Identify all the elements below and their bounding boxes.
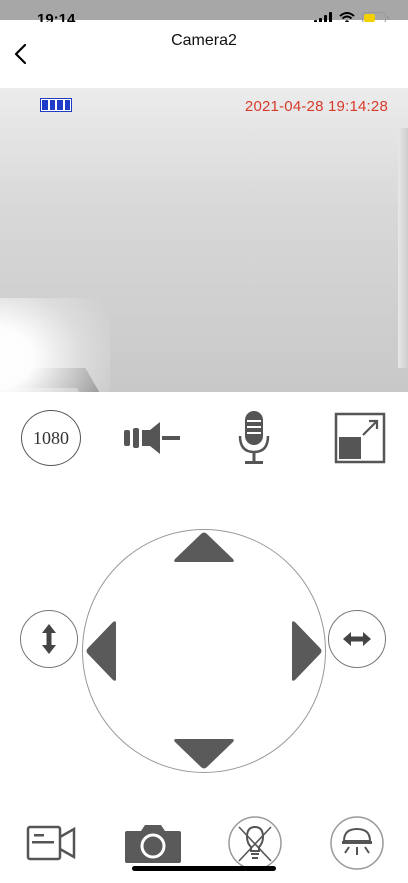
home-indicator[interactable] (132, 866, 276, 871)
pan-right-button[interactable] (290, 619, 324, 683)
alarm-button[interactable] (326, 816, 388, 870)
snapshot-button[interactable] (122, 816, 184, 870)
resolution-button[interactable]: 1080 (21, 410, 81, 466)
tilt-cruise-button[interactable] (20, 610, 78, 668)
microphone-icon (238, 411, 270, 464)
camera-icon (125, 825, 181, 863)
control-row: 1080 (0, 408, 408, 468)
microphone-button[interactable] (224, 410, 284, 466)
nav-bar: Camera2 (0, 22, 408, 88)
speaker-icon (124, 422, 180, 454)
fullscreen-button[interactable] (330, 410, 390, 466)
video-timestamp: 2021-04-28 19:14:28 (244, 98, 388, 115)
pan-cruise-button[interactable] (328, 610, 386, 668)
light-toggle-button[interactable] (224, 816, 286, 870)
horizontal-arrows-icon (343, 632, 371, 646)
pan-up-button[interactable] (172, 530, 236, 564)
light-bulb-off-icon (228, 816, 282, 870)
vertical-arrows-icon (42, 624, 56, 654)
video-record-icon (26, 825, 76, 861)
camera-battery-icon (40, 98, 72, 112)
camera-feed[interactable]: 2021-04-28 19:14:28 (0, 88, 408, 392)
page-title: Camera2 (171, 32, 237, 49)
resolution-label: 1080 (33, 427, 69, 448)
record-button[interactable] (20, 816, 82, 870)
alarm-siren-icon (330, 816, 384, 870)
bottom-toolbar (0, 810, 408, 870)
speaker-button[interactable] (122, 410, 182, 466)
fullscreen-icon (334, 412, 386, 464)
pan-left-button[interactable] (84, 619, 118, 683)
pan-down-button[interactable] (172, 737, 236, 771)
